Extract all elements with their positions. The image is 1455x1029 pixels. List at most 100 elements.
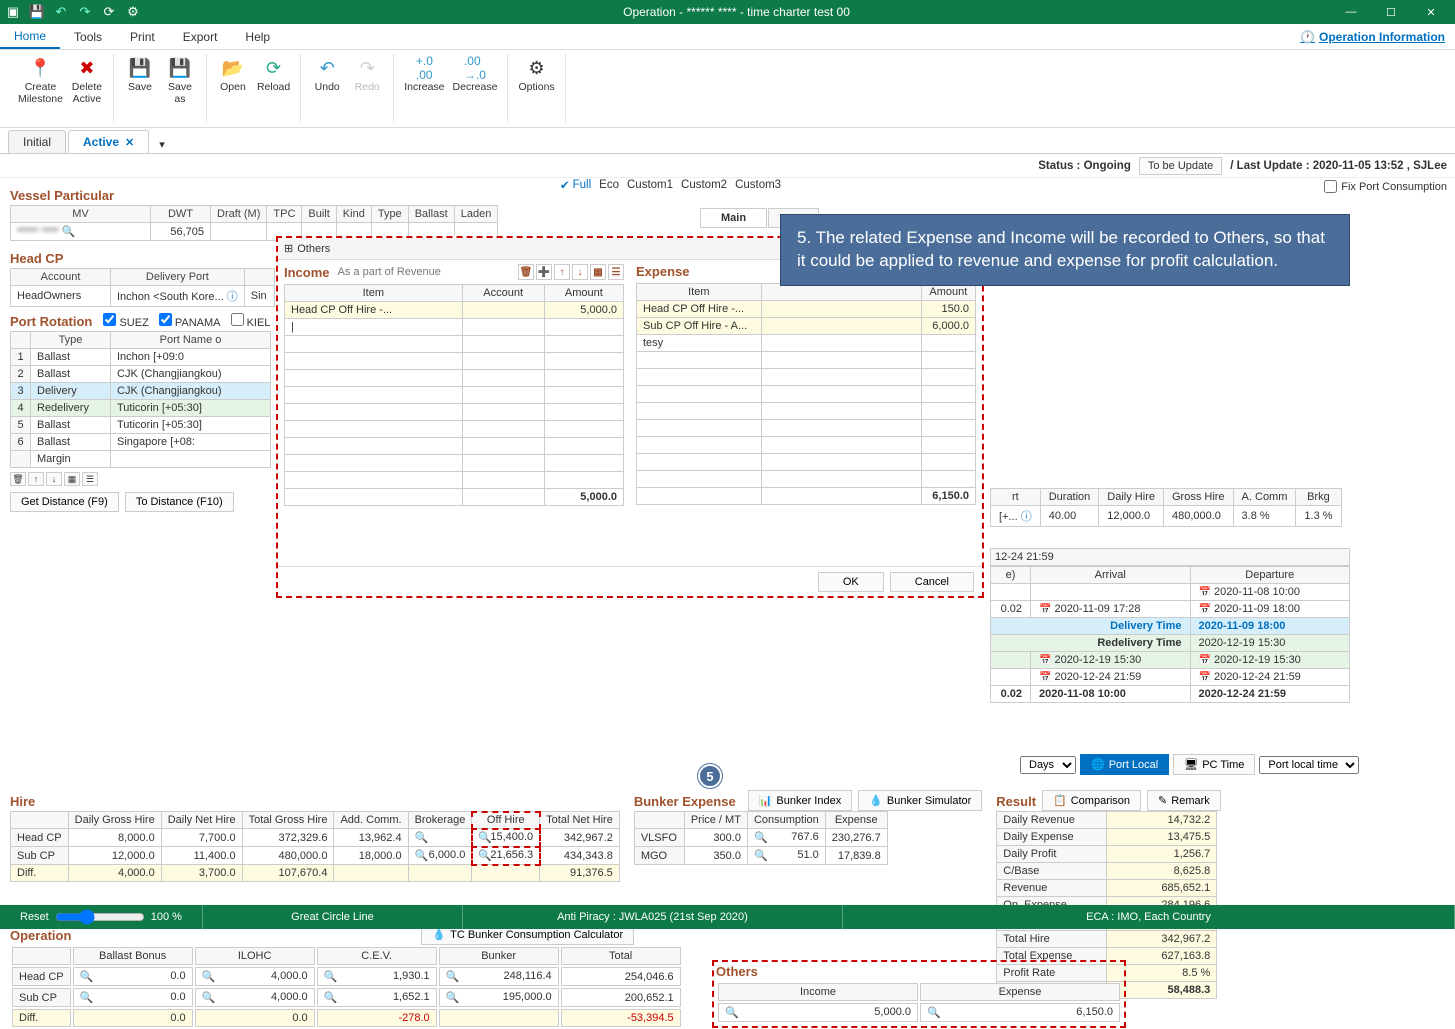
anti-piracy[interactable]: Anti Piracy : JWLA025 (21st Sep 2020) bbox=[463, 905, 843, 929]
delete-row-icon[interactable]: 🗑 bbox=[10, 472, 26, 486]
decrease-button[interactable]: .00→.0Decrease bbox=[449, 54, 502, 96]
arrival-cell[interactable]: 📅2020-11-09 17:28 bbox=[1031, 601, 1191, 618]
qat-save-icon[interactable]: 💾 bbox=[28, 3, 46, 21]
maximize-button[interactable]: ☐ bbox=[1371, 0, 1411, 24]
search-icon[interactable]: 🔍 bbox=[446, 970, 458, 983]
list-icon[interactable]: ☰ bbox=[82, 472, 98, 486]
off-hire-cell[interactable]: 🔍15,400.0 bbox=[472, 829, 540, 847]
move-up-icon[interactable]: ↑ bbox=[28, 472, 44, 486]
type-cell[interactable]: Redelivery bbox=[31, 400, 111, 417]
port-cell[interactable]: Singapore [+08: bbox=[111, 434, 271, 451]
comparison-button[interactable]: 📋 Comparison bbox=[1042, 790, 1141, 811]
off-hire-cell[interactable]: 🔍21,656.3 bbox=[472, 847, 540, 865]
info-icon[interactable]: ⓘ bbox=[227, 291, 238, 303]
search-icon[interactable]: 🔍 bbox=[80, 991, 92, 1004]
qat-refresh-icon[interactable]: ⟳ bbox=[100, 3, 118, 21]
off-hire-cell[interactable] bbox=[472, 865, 540, 882]
open-button[interactable]: 📂Open bbox=[213, 54, 253, 96]
operation-information-link[interactable]: 🕐 Operation Information bbox=[1290, 24, 1455, 49]
calendar-icon[interactable]: 📅 bbox=[1199, 655, 1211, 666]
arrival-cell[interactable] bbox=[1031, 584, 1191, 601]
zoom-slider[interactable] bbox=[55, 909, 145, 925]
bunker-index-button[interactable]: 📊 Bunker Index bbox=[748, 790, 853, 811]
mv-cell[interactable]: ***** **** 🔍 bbox=[11, 223, 151, 241]
menu-tools[interactable]: Tools bbox=[60, 24, 116, 49]
type-cell[interactable]: Ballast bbox=[31, 434, 111, 451]
qat-redo-icon[interactable]: ↷ bbox=[76, 3, 94, 21]
tab-initial[interactable]: Initial bbox=[8, 130, 66, 153]
close-icon[interactable]: ✕ bbox=[125, 136, 134, 149]
get-distance-button[interactable]: Get Distance (F9) bbox=[10, 492, 119, 512]
calendar-icon[interactable]: 📅 bbox=[1039, 655, 1051, 666]
type-cell[interactable]: Ballast bbox=[31, 417, 111, 434]
departure-cell[interactable]: 📅2020-11-08 10:00 bbox=[1190, 584, 1350, 601]
tab-active[interactable]: Active✕ bbox=[68, 130, 149, 153]
cancel-button[interactable]: Cancel bbox=[890, 572, 974, 592]
search-icon[interactable]: 🔍 bbox=[478, 831, 490, 844]
route-mode[interactable]: Great Circle Line bbox=[203, 905, 463, 929]
save-as-button[interactable]: 💾Save as bbox=[160, 54, 200, 107]
qat-undo-icon[interactable]: ↶ bbox=[52, 3, 70, 21]
eca[interactable]: ECA : IMO, Each Country bbox=[843, 905, 1455, 929]
search-icon[interactable]: 🔍 bbox=[415, 831, 427, 844]
grid-icon[interactable]: ▦ bbox=[590, 264, 606, 280]
minimize-button[interactable]: — bbox=[1331, 0, 1371, 24]
search-icon[interactable]: 🔍 bbox=[725, 1006, 737, 1019]
calendar-icon[interactable]: 📅 bbox=[1199, 587, 1211, 598]
others-income-cell[interactable]: 🔍5,000.0 bbox=[718, 1003, 918, 1022]
search-icon[interactable]: 🔍 bbox=[202, 991, 214, 1004]
search-icon[interactable]: 🔍 bbox=[62, 225, 74, 238]
redo-button[interactable]: ↷Redo bbox=[347, 54, 387, 96]
expense-item-cell[interactable]: Sub CP Off Hire - A... bbox=[637, 318, 762, 335]
kiel-checkbox[interactable]: KIEL bbox=[231, 313, 271, 329]
qat-gear-icon[interactable]: ⚙ bbox=[124, 3, 142, 21]
bunker-simulator-button[interactable]: 💧 Bunker Simulator bbox=[858, 790, 982, 811]
undo-button[interactable]: ↶Undo bbox=[307, 54, 347, 96]
menu-home[interactable]: Home bbox=[0, 24, 60, 49]
remark-button[interactable]: ✎ Remark bbox=[1147, 790, 1221, 811]
search-icon[interactable]: 🔍 bbox=[202, 970, 214, 983]
reset-zoom[interactable]: Reset 100 % bbox=[0, 905, 203, 929]
view-custom2[interactable]: Custom2 bbox=[681, 179, 727, 191]
search-icon[interactable]: 🔍 bbox=[754, 831, 766, 844]
view-full[interactable]: ✔ Full bbox=[560, 178, 591, 192]
rt-cell[interactable]: [+... ⓘ bbox=[991, 506, 1041, 527]
up-icon[interactable]: ↑ bbox=[554, 264, 570, 280]
tab-dropdown[interactable]: ▾ bbox=[151, 136, 173, 153]
arrival-cell[interactable]: 📅2020-12-19 15:30 bbox=[1031, 652, 1191, 669]
expense-item-cell[interactable]: Head CP Off Hire -... bbox=[637, 301, 762, 318]
menu-export[interactable]: Export bbox=[169, 24, 232, 49]
close-button[interactable]: ✕ bbox=[1411, 0, 1451, 24]
type-cell[interactable]: Margin bbox=[31, 451, 111, 468]
list-icon[interactable]: ☰ bbox=[608, 264, 624, 280]
departure-cell[interactable]: 📅2020-11-09 18:00 bbox=[1190, 601, 1350, 618]
income-item-cell[interactable]: Head CP Off Hire -... bbox=[285, 302, 463, 319]
grid-icon[interactable]: ▦ bbox=[64, 472, 80, 486]
port-cell[interactable]: Tuticorin [+05:30] bbox=[111, 400, 271, 417]
type-cell[interactable]: Delivery bbox=[31, 383, 111, 400]
search-icon[interactable]: 🔍 bbox=[324, 991, 336, 1004]
income-edit-cell[interactable]: | bbox=[285, 319, 463, 336]
calendar-icon[interactable]: 📅 bbox=[1039, 604, 1051, 615]
calendar-icon[interactable]: 📅 bbox=[1199, 672, 1211, 683]
down-icon[interactable]: ↓ bbox=[572, 264, 588, 280]
popup-expense-table[interactable]: ItemAmount Head CP Off Hire -...150.0 Su… bbox=[636, 283, 976, 505]
save-button[interactable]: 💾Save bbox=[120, 54, 160, 107]
search-icon[interactable]: 🔍 bbox=[927, 1006, 939, 1019]
calendar-icon[interactable]: 📅 bbox=[1199, 604, 1211, 615]
options-button[interactable]: ⚙Options bbox=[514, 54, 558, 96]
move-down-icon[interactable]: ↓ bbox=[46, 472, 62, 486]
arrival-cell[interactable]: 📅2020-12-24 21:59 bbox=[1031, 669, 1191, 686]
departure-cell[interactable]: 📅2020-12-24 21:59 bbox=[1190, 669, 1350, 686]
pc-time-button[interactable]: 🖥 PC Time bbox=[1173, 754, 1255, 775]
fix-port-checkbox[interactable]: Fix Port Consumption bbox=[1324, 180, 1447, 193]
suez-checkbox[interactable]: SUEZ bbox=[103, 313, 148, 329]
expense-item-cell[interactable]: tesy bbox=[637, 335, 762, 352]
search-icon[interactable]: 🔍 bbox=[754, 849, 766, 862]
calendar-icon[interactable]: 📅 bbox=[1039, 672, 1051, 683]
others-expense-cell[interactable]: 🔍6,150.0 bbox=[920, 1003, 1120, 1022]
port-cell[interactable]: Inchon [+09:0 bbox=[111, 349, 271, 366]
delivery-port-cell[interactable]: Inchon <South Kore... ⓘ bbox=[111, 286, 245, 307]
view-custom1[interactable]: Custom1 bbox=[627, 179, 673, 191]
to-distance-button[interactable]: To Distance (F10) bbox=[125, 492, 234, 512]
